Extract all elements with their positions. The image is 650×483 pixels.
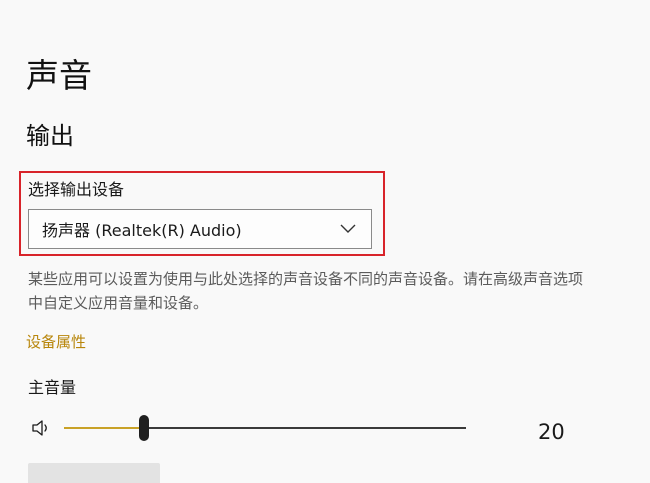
master-volume-label: 主音量 [28,378,77,397]
page-title: 声音 [26,56,92,95]
speaker-icon[interactable] [31,418,51,438]
master-volume-slider[interactable] [64,414,466,442]
output-section-title: 输出 [26,122,74,150]
device-properties-link[interactable]: 设备属性 [26,330,86,354]
partial-button[interactable] [28,463,160,483]
output-device-dropdown[interactable]: 扬声器 (Realtek(R) Audio) [28,209,372,249]
output-description: 某些应用可以设置为使用与此处选择的声音设备不同的声音设备。请在高级声音选项中自定… [28,270,584,312]
chevron-down-icon [339,220,357,238]
volume-value: 20 [538,420,565,444]
slider-thumb[interactable] [139,415,149,441]
slider-fill [64,427,144,429]
output-device-label: 选择输出设备 [28,180,125,199]
output-device-selected-value: 扬声器 (Realtek(R) Audio) [42,221,242,240]
